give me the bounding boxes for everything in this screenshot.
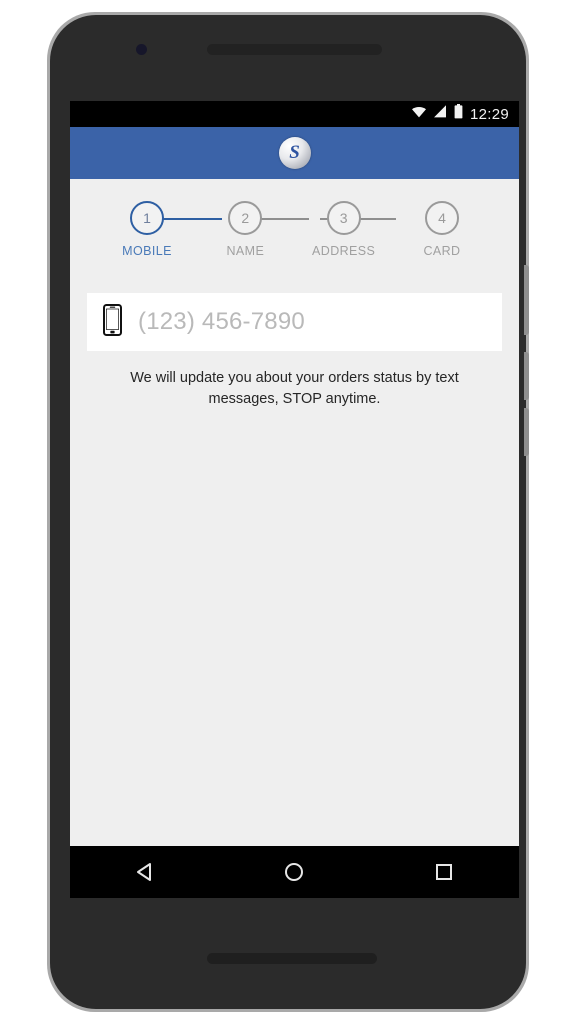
circle-home-icon (285, 863, 304, 881)
camera-dot-icon (136, 44, 147, 55)
speaker-grille-icon (207, 44, 382, 55)
screenshot-root: 12:29 S 1 MOBILE 2 NAME 3 ADDRESS 4 CARD… (0, 0, 576, 1026)
cell-signal-icon (434, 105, 447, 123)
stepper-step-name[interactable]: 2 NAME (208, 201, 282, 258)
stepper-rail: 1 MOBILE 2 NAME 3 ADDRESS 4 CARD (94, 201, 495, 258)
step-label: MOBILE (122, 244, 172, 258)
step-number-badge: 3 (326, 201, 361, 235)
volume-up-button[interactable] (524, 352, 529, 400)
status-time: 12:29 (469, 105, 509, 123)
step-label: NAME (226, 244, 265, 258)
power-button[interactable] (524, 265, 529, 335)
step-number-badge: 1 (130, 201, 164, 235)
stepper-step-address[interactable]: 3 ADDRESS (307, 201, 381, 258)
step-label: ADDRESS (312, 244, 376, 258)
android-nav-bar (70, 846, 519, 898)
volume-down-button[interactable] (524, 408, 529, 456)
app-bar: S (70, 127, 519, 179)
phone-input-row[interactable]: (123) 456-7890 (87, 293, 502, 351)
brand-logo-icon[interactable]: S (278, 137, 311, 169)
stepper-step-card[interactable]: 4 CARD (405, 201, 479, 258)
phone-number-input[interactable]: (123) 456-7890 (138, 308, 305, 336)
brand-logo-letter: S (289, 141, 300, 163)
phone-screen: 12:29 S 1 MOBILE 2 NAME 3 ADDRESS 4 CARD… (70, 101, 519, 898)
back-button[interactable] (110, 846, 180, 898)
bottom-speaker-grille-icon (207, 953, 377, 964)
recents-button[interactable] (409, 846, 479, 898)
stepper-step-mobile[interactable]: 1 MOBILE (110, 201, 184, 258)
smartphone-icon (103, 303, 122, 341)
battery-icon (454, 104, 463, 124)
step-number-badge: 2 (228, 201, 263, 235)
square-recents-icon (436, 864, 453, 880)
triangle-back-icon (136, 863, 151, 881)
status-bar: 12:29 (70, 101, 519, 127)
step-number-badge: 4 (424, 201, 459, 235)
wifi-icon (411, 105, 427, 123)
helper-text: We will update you about your orders sta… (130, 370, 459, 408)
checkout-stepper: 1 MOBILE 2 NAME 3 ADDRESS 4 CARD (70, 179, 519, 258)
step-label: CARD (423, 244, 461, 258)
home-button[interactable] (259, 846, 329, 898)
